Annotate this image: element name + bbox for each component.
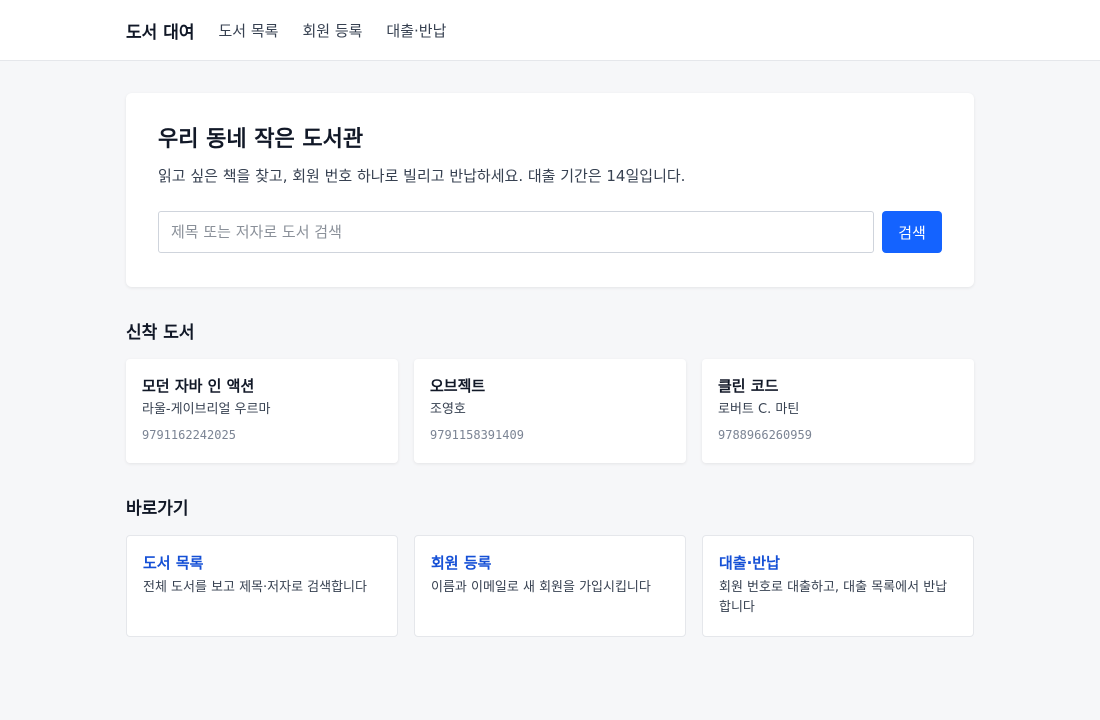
new-books-grid: 모던 자바 인 액션 라울-게이브리얼 우르마 9791162242025 오브… — [126, 359, 974, 463]
hero-card: 우리 동네 작은 도서관 읽고 싶은 책을 찾고, 회원 번호 하나로 빌리고 … — [126, 93, 974, 287]
nav-link-member-register[interactable]: 회원 등록 — [302, 20, 362, 41]
book-isbn: 9791158391409 — [430, 428, 524, 442]
book-author: 라울-게이브리얼 우르마 — [142, 402, 271, 417]
book-author: 로버트 C. 마틴 — [718, 402, 800, 417]
nav-link-book-list[interactable]: 도서 목록 — [218, 20, 278, 41]
book-card: 모던 자바 인 액션 라울-게이브리얼 우르마 9791162242025 — [126, 359, 398, 463]
shortcut-title: 대출·반납 — [719, 554, 780, 572]
shortcut-title: 회원 등록 — [431, 554, 492, 572]
hero-lead: 읽고 싶은 책을 찾고, 회원 번호 하나로 빌리고 반납하세요. 대출 기간은… — [158, 167, 686, 185]
shortcut-description: 회원 번호로 대출하고, 대출 목록에서 반납합니다 — [719, 580, 948, 615]
shortcut-title: 도서 목록 — [143, 554, 204, 572]
book-card: 오브젝트 조영호 9791158391409 — [414, 359, 686, 463]
book-author: 조영호 — [430, 402, 466, 417]
shortcut-card-member-register[interactable]: 회원 등록 이름과 이메일로 새 회원을 가입시킵니다 — [414, 535, 686, 637]
search-button[interactable]: 검색 — [882, 211, 942, 253]
search-form: 검색 — [158, 211, 942, 253]
shortcuts-grid: 도서 목록 전체 도서를 보고 제목·저자로 검색합니다 회원 등록 이름과 이… — [126, 535, 974, 637]
shortcut-description: 전체 도서를 보고 제목·저자로 검색합니다 — [143, 580, 367, 595]
book-title: 클린 코드 — [718, 377, 779, 395]
brand-link[interactable]: 도서 대여 — [126, 18, 194, 43]
shortcut-card-loan-return[interactable]: 대출·반납 회원 번호로 대출하고, 대출 목록에서 반납합니다 — [702, 535, 974, 637]
search-input[interactable] — [158, 211, 874, 253]
top-navigation: 도서 대여 도서 목록 회원 등록 대출·반납 — [0, 0, 1100, 61]
book-title: 오브젝트 — [430, 377, 486, 395]
new-books-heading: 신착 도서 — [126, 323, 195, 343]
book-isbn: 9791162242025 — [142, 428, 236, 442]
book-isbn: 9788966260959 — [718, 428, 812, 442]
nav-link-loan-return[interactable]: 대출·반납 — [386, 20, 446, 41]
main-container: 우리 동네 작은 도서관 읽고 싶은 책을 찾고, 회원 번호 하나로 빌리고 … — [126, 93, 974, 637]
hero-title: 우리 동네 작은 도서관 — [158, 127, 364, 152]
shortcut-card-book-list[interactable]: 도서 목록 전체 도서를 보고 제목·저자로 검색합니다 — [126, 535, 398, 637]
book-card: 클린 코드 로버트 C. 마틴 9788966260959 — [702, 359, 974, 463]
shortcuts-heading: 바로가기 — [126, 499, 189, 519]
book-title: 모던 자바 인 액션 — [142, 377, 255, 395]
shortcut-description: 이름과 이메일로 새 회원을 가입시킵니다 — [431, 580, 651, 595]
